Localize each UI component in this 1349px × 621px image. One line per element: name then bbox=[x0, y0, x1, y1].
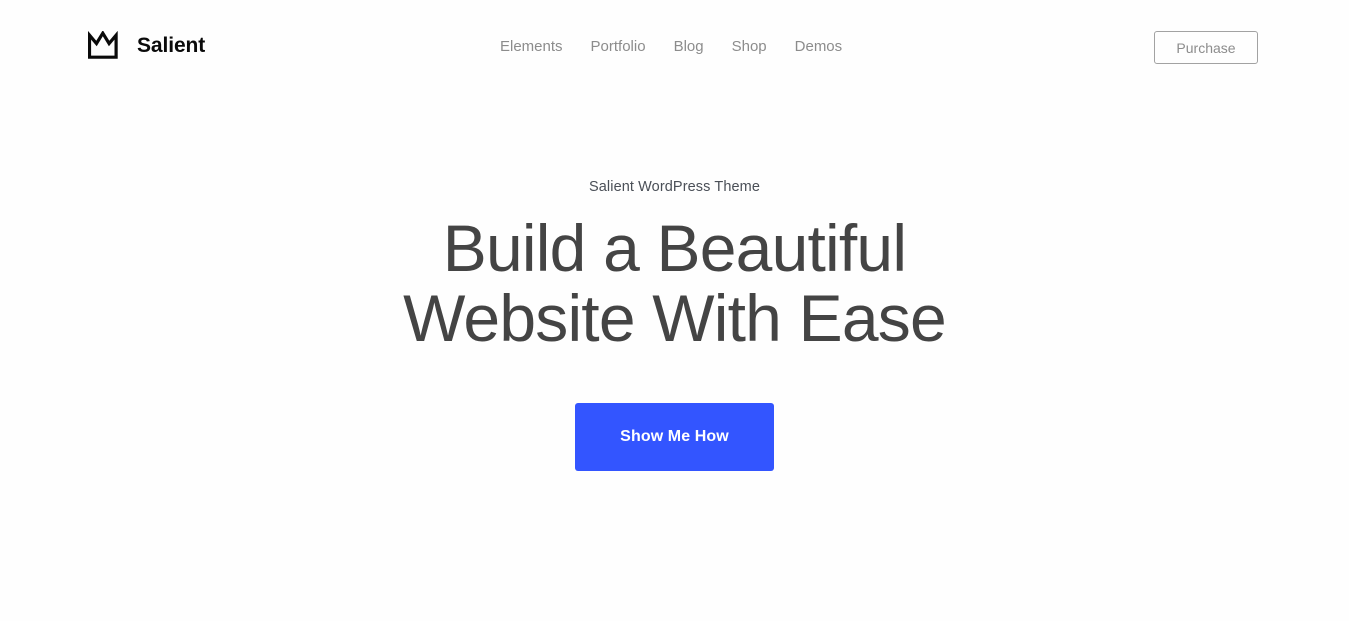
show-me-how-button[interactable]: Show Me How bbox=[575, 403, 774, 471]
page-root: Salient Elements Portfolio Blog Shop Dem… bbox=[0, 0, 1349, 621]
hero-title-line-2: Website With Ease bbox=[403, 281, 947, 355]
hero-section: Salient WordPress Theme Build a Beautifu… bbox=[0, 0, 1349, 621]
page-title: Build a Beautiful Website With Ease bbox=[0, 213, 1349, 353]
hero-title-line-1: Build a Beautiful bbox=[442, 211, 907, 285]
hero-eyebrow: Salient WordPress Theme bbox=[588, 179, 760, 195]
